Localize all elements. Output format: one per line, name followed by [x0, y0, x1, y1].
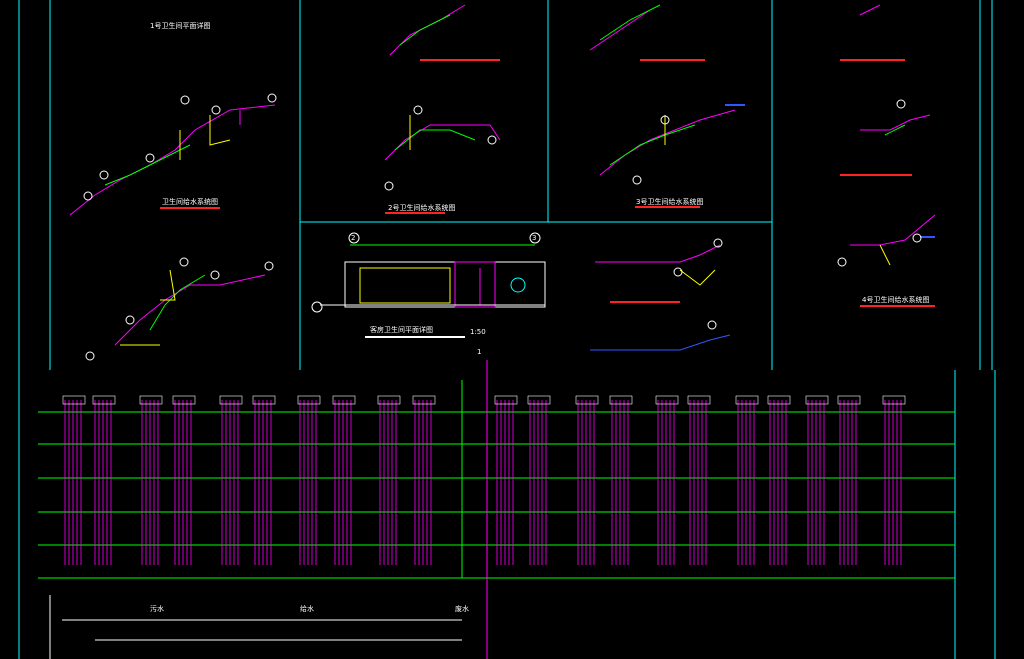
riser-head	[882, 395, 906, 405]
view-3-isometric	[589, 4, 745, 208]
riser-columns	[62, 395, 906, 565]
riser-head	[494, 395, 518, 405]
view-1b-isometric	[85, 257, 274, 361]
view-3-title: 2号卫生间给水系统图	[388, 204, 456, 212]
riser-head	[219, 395, 243, 405]
drawing-frame	[18, 0, 996, 659]
riser-diagram	[38, 360, 955, 659]
riser-head	[655, 395, 679, 405]
view-1-title: 1号卫生间平面详图	[150, 22, 211, 30]
axis-mark-2: 2	[351, 234, 356, 242]
view-6-title: 4号卫生间给水系统图	[862, 296, 930, 304]
riser-head	[687, 395, 711, 405]
axis-mark-3: 3	[532, 234, 537, 242]
bottom-label-2: 给水	[300, 605, 314, 613]
riser-floor-tag: 1	[477, 348, 482, 356]
riser-head	[332, 395, 356, 405]
riser-head	[297, 395, 321, 405]
bottom-label-1: 污水	[150, 605, 164, 613]
riser-head	[92, 395, 116, 405]
riser-head	[527, 395, 551, 405]
view-5-title: 客房卫生间平面详图	[370, 326, 433, 334]
view-1-isometric	[69, 93, 277, 216]
view-5-isometric	[837, 4, 936, 307]
riser-head	[575, 395, 599, 405]
riser-head	[62, 395, 86, 405]
riser-head	[609, 395, 633, 405]
cad-drawing-canvas	[18, 0, 996, 659]
view-2-title: 卫生间给水系统图	[162, 198, 218, 206]
riser-head	[767, 395, 791, 405]
riser-head	[805, 395, 829, 405]
view-4-isometric	[590, 238, 731, 351]
view-2-isometric	[384, 4, 501, 214]
plan-scale: 1:50	[470, 328, 486, 336]
plan-detail	[311, 232, 546, 338]
riser-head	[735, 395, 759, 405]
view-4-title: 3号卫生间给水系统图	[636, 198, 704, 206]
riser-head	[412, 395, 436, 405]
bottom-label-3: 废水	[455, 605, 469, 613]
riser-head	[172, 395, 196, 405]
riser-head	[377, 395, 401, 405]
riser-head	[139, 395, 163, 405]
riser-head	[252, 395, 276, 405]
riser-head	[837, 395, 861, 405]
